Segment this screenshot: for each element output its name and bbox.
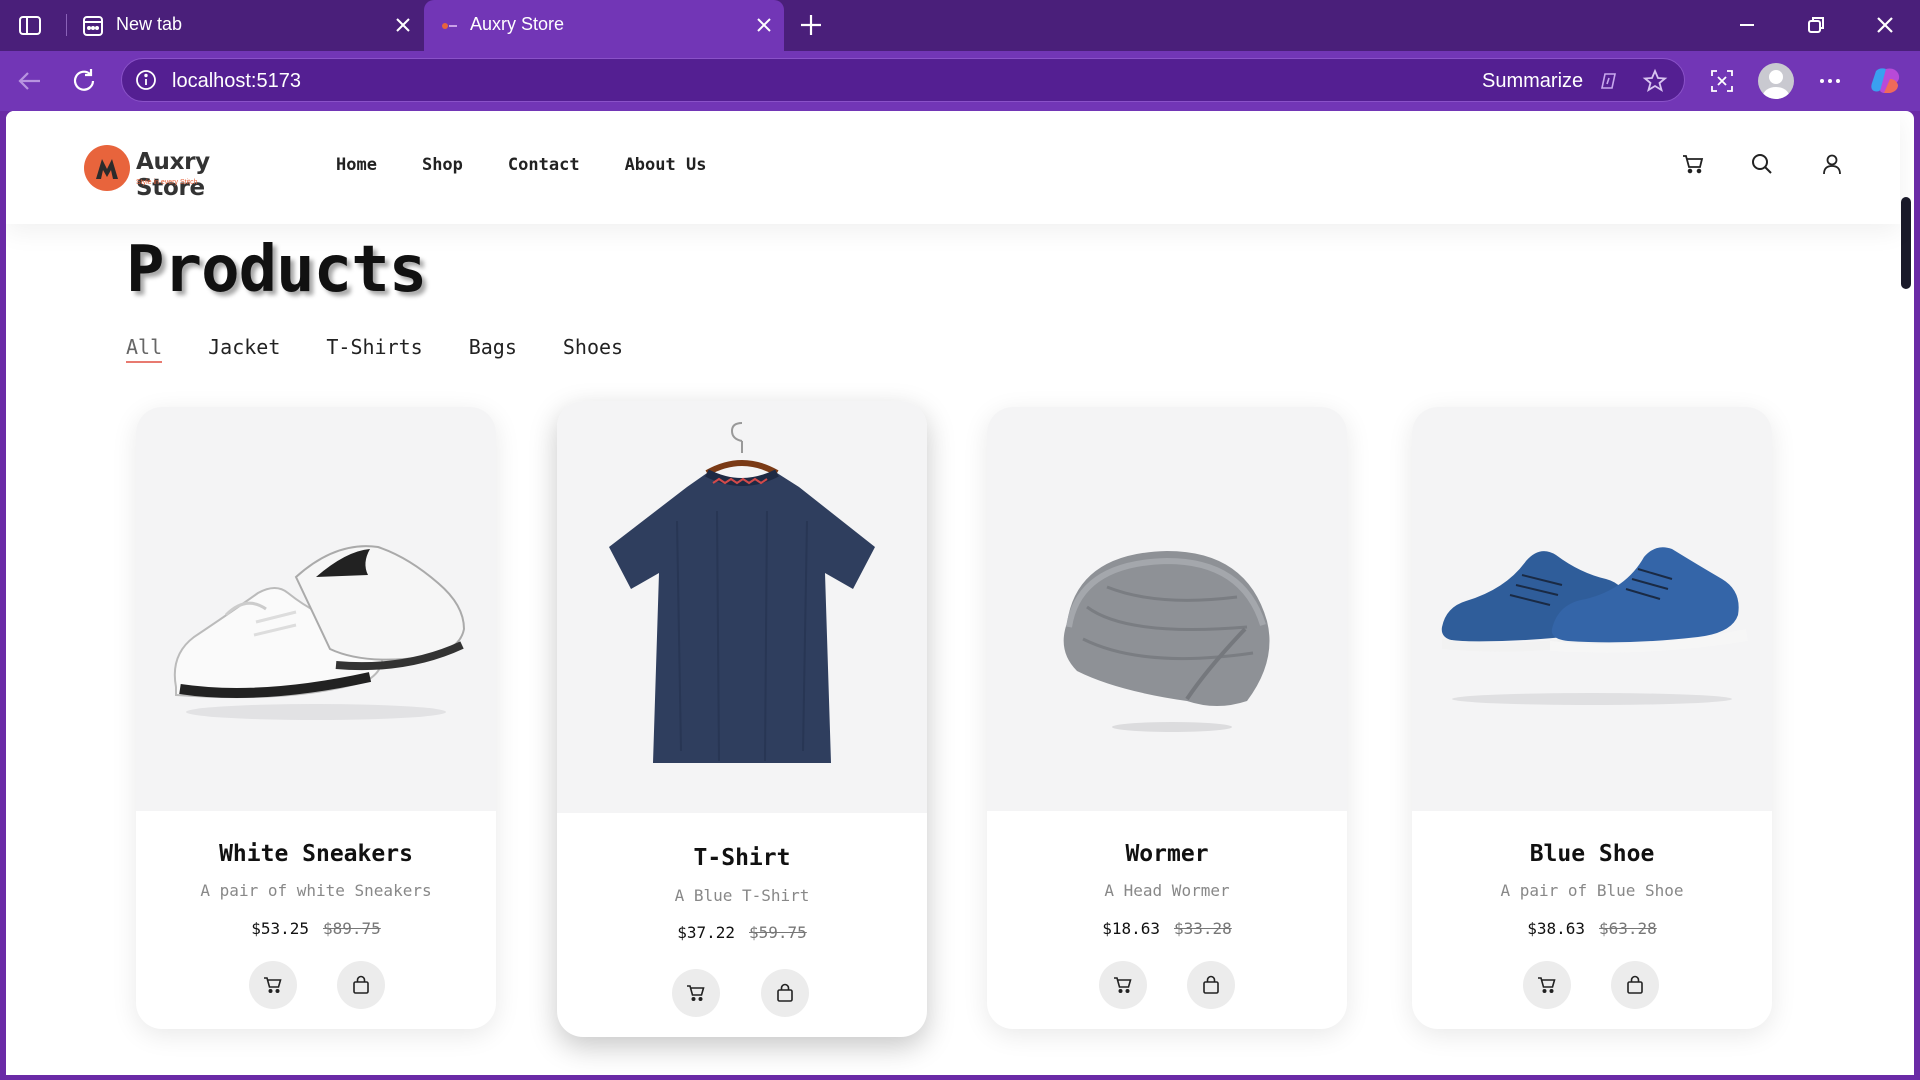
favorite-star-icon[interactable]	[1642, 68, 1668, 94]
product-prices: $18.63 $33.28	[987, 919, 1347, 938]
product-image-area	[136, 407, 496, 811]
site-favicon	[442, 23, 457, 29]
search-icon[interactable]	[1749, 151, 1775, 177]
logo-mark-icon	[84, 145, 130, 191]
reload-icon[interactable]	[68, 65, 100, 97]
tab-title: Auxry Store	[470, 14, 565, 34]
filter-jacket[interactable]: Jacket	[208, 335, 280, 363]
browser-tab-bar: New tab Auxry Store	[0, 0, 1920, 51]
summarize-button[interactable]: Summarize	[1482, 70, 1583, 93]
tab-new-tab[interactable]: New tab	[70, 0, 423, 51]
grey-beanie-image	[1063, 551, 1270, 732]
filter-t-shirts[interactable]: T-Shirts	[326, 335, 422, 363]
url-text: localhost:5173	[172, 70, 301, 92]
shopping-bag-icon	[353, 975, 369, 994]
close-icon[interactable]	[391, 13, 415, 37]
add-to-cart-button[interactable]	[1099, 961, 1147, 1009]
add-to-cart-button[interactable]	[249, 961, 297, 1009]
minimize-icon[interactable]	[1732, 10, 1762, 40]
tab-divider	[66, 14, 67, 36]
user-icon[interactable]	[1819, 151, 1845, 177]
address-bar[interactable]: localhost:5173 Summarize	[121, 58, 1685, 102]
product-price: $18.63	[1102, 919, 1160, 938]
page-title: Products	[126, 233, 427, 307]
buy-now-button[interactable]	[337, 961, 385, 1009]
product-name: Wormer	[1125, 841, 1209, 867]
product-prices: $53.25 $89.75	[136, 919, 496, 938]
filter-bags[interactable]: Bags	[469, 335, 517, 363]
product-card[interactable]: White Sneakers A pair of white Sneakers …	[136, 407, 496, 1029]
cart-icon[interactable]	[1680, 151, 1706, 177]
more-options-icon[interactable]	[1814, 65, 1846, 97]
product-old-price: $59.75	[749, 923, 807, 942]
category-filters: All Jacket T-Shirts Bags Shoes	[126, 335, 669, 363]
product-price: $37.22	[677, 923, 735, 942]
cart-icon	[1114, 977, 1132, 994]
shopping-bag-icon	[1203, 975, 1219, 994]
product-card[interactable]: T-Shirt A Blue T-Shirt $37.22 $59.75	[557, 401, 927, 1037]
product-prices: $37.22 $59.75	[557, 923, 927, 942]
add-to-cart-button[interactable]	[672, 969, 720, 1017]
browser-toolbar: localhost:5173 Summarize	[0, 51, 1920, 111]
product-name: White Sneakers	[219, 841, 413, 867]
shopping-bag-icon	[777, 983, 793, 1002]
site-info-icon[interactable]	[134, 68, 158, 92]
sidebar-toggle-icon[interactable]	[16, 11, 44, 39]
product-description: A pair of Blue Shoe	[1500, 881, 1684, 900]
buy-now-button[interactable]	[1611, 961, 1659, 1009]
product-prices: $38.63 $63.28	[1412, 919, 1772, 938]
restore-icon[interactable]	[1801, 10, 1831, 40]
nav-contact[interactable]: Contact	[508, 155, 580, 175]
product-description: A Head Wormer	[1104, 881, 1230, 900]
new-tab-page-icon	[83, 16, 103, 36]
product-description: A Blue T-Shirt	[674, 886, 810, 905]
product-description: A pair of white Sneakers	[200, 881, 432, 900]
buy-now-button[interactable]	[1187, 961, 1235, 1009]
brand-logo[interactable]: Auxry Store Style in every Stitch	[84, 143, 284, 201]
nav-about-us[interactable]: About Us	[625, 155, 707, 175]
back-arrow-icon[interactable]	[14, 65, 46, 97]
window-bottom-edge	[0, 1075, 1920, 1080]
filter-shoes[interactable]: Shoes	[563, 335, 623, 363]
screenshot-capture-icon[interactable]	[1706, 65, 1738, 97]
buy-now-button[interactable]	[761, 969, 809, 1017]
navy-tshirt-image	[609, 422, 875, 763]
new-tab-plus-icon[interactable]	[796, 10, 826, 40]
product-image-area	[987, 407, 1347, 811]
product-image-area	[1412, 407, 1772, 811]
product-card[interactable]: Blue Shoe A pair of Blue Shoe $38.63 $63.…	[1412, 407, 1772, 1029]
white-sneakers-image	[173, 545, 466, 720]
blue-shoes-image	[1441, 547, 1748, 705]
tab-title: New tab	[116, 14, 183, 34]
main-nav: Home Shop Contact About Us	[336, 155, 751, 175]
product-card[interactable]: Wormer A Head Wormer $18.63 $33.28	[987, 407, 1347, 1029]
cart-icon	[687, 985, 705, 1002]
brand-tagline: Style in every Stitch	[136, 179, 198, 186]
nav-shop[interactable]: Shop	[422, 155, 463, 175]
product-old-price: $89.75	[323, 919, 381, 938]
tab-auxry-store[interactable]: Auxry Store	[424, 0, 784, 51]
close-window-icon[interactable]	[1870, 10, 1900, 40]
site-header: Auxry Store Style in every Stitch Home S…	[6, 111, 1900, 224]
product-price: $53.25	[251, 919, 309, 938]
cart-icon	[264, 977, 282, 994]
avatar[interactable]	[1758, 63, 1794, 99]
copilot-icon[interactable]	[1868, 63, 1904, 99]
add-to-cart-button[interactable]	[1523, 961, 1571, 1009]
shopping-bag-icon	[1627, 975, 1643, 994]
product-price: $38.63	[1527, 919, 1585, 938]
product-image-area	[557, 401, 927, 813]
page-viewport: Auxry Store Style in every Stitch Home S…	[6, 111, 1914, 1075]
page-scrollbar[interactable]	[1901, 197, 1911, 289]
product-old-price: $33.28	[1174, 919, 1232, 938]
close-icon[interactable]	[752, 13, 776, 37]
nav-home[interactable]: Home	[336, 155, 377, 175]
product-name: Blue Shoe	[1529, 841, 1655, 867]
brand-name: Auxry Store	[136, 149, 210, 201]
product-name: T-Shirt	[693, 845, 791, 871]
summarize-icon[interactable]	[1598, 69, 1622, 93]
product-old-price: $63.28	[1599, 919, 1657, 938]
cart-icon	[1538, 977, 1556, 994]
filter-all[interactable]: All	[126, 335, 163, 363]
